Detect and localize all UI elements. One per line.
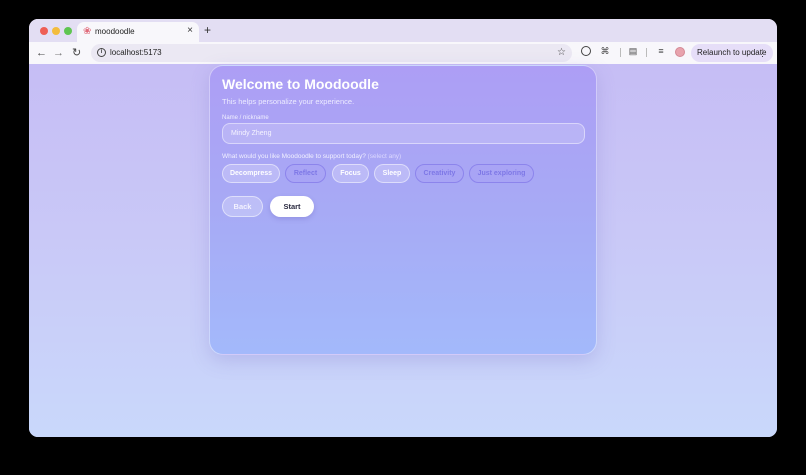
name-input[interactable]: Mindy Zheng	[222, 123, 585, 144]
tab-strip: ❀ moodoodle × +	[29, 19, 777, 42]
info-icon[interactable]: i	[97, 48, 106, 57]
kebab-menu-icon[interactable]: ⋮	[758, 44, 767, 62]
browser-toolbar: ← → ↻ i localhost:5173 ☆ ⌘ ▤ ≡ Relaunch …	[29, 42, 777, 64]
tab-search-icon[interactable]: ▤	[628, 46, 638, 56]
url-text[interactable]: localhost:5173	[110, 47, 162, 59]
minimize-window-button[interactable]	[52, 27, 60, 35]
reload-icon[interactable]: ↻	[72, 45, 81, 61]
page-subtitle: This helps personalize your experience.	[222, 97, 355, 106]
toolbar-divider	[646, 48, 647, 57]
new-tab-button[interactable]: +	[204, 22, 211, 38]
star-icon[interactable]: ☆	[557, 46, 566, 60]
extensions-puzzle-icon[interactable]: ⌘	[600, 46, 610, 56]
extension-shield-icon[interactable]	[581, 46, 591, 56]
support-question-text: What would you like Moodoodle to support…	[222, 153, 366, 160]
onboarding-card: Welcome to Moodoodle This helps personal…	[209, 65, 597, 355]
reading-list-icon[interactable]: ≡	[656, 46, 666, 56]
support-question-hint: (select any)	[367, 153, 402, 160]
arrow-left-icon[interactable]: ←	[36, 45, 47, 61]
option-chip-focus[interactable]: Focus	[332, 164, 369, 183]
browser-window: ❀ moodoodle × + ← → ↻ i localhost:5173 ☆…	[29, 19, 777, 437]
page-title: Welcome to Moodoodle	[222, 76, 379, 92]
toolbar-divider	[620, 48, 621, 57]
arrow-right-icon[interactable]: →	[53, 45, 64, 61]
tab-close-icon[interactable]: ×	[187, 25, 193, 37]
moodoodle-favicon-icon: ❀	[83, 26, 92, 37]
support-question: What would you like Moodoodle to support…	[222, 153, 401, 161]
option-chip-just-exploring[interactable]: Just exploring	[469, 164, 534, 183]
option-chip-reflect[interactable]: Reflect	[285, 164, 326, 183]
maximize-window-button[interactable]	[64, 27, 72, 35]
option-chip-sleep[interactable]: Sleep	[374, 164, 410, 183]
tab-moodoodle[interactable]: ❀ moodoodle ×	[77, 22, 199, 42]
tab-title: moodoodle	[95, 27, 135, 36]
profile-avatar[interactable]	[675, 47, 685, 57]
start-button[interactable]: Start	[270, 196, 314, 217]
relaunch-label: Relaunch to update	[697, 48, 767, 57]
page-content: Welcome to Moodoodle This helps personal…	[29, 64, 777, 437]
option-chip-creativity[interactable]: Creativity	[415, 164, 464, 183]
address-bar[interactable]: i localhost:5173 ☆	[91, 44, 572, 62]
back-button[interactable]: Back	[222, 196, 263, 217]
close-window-button[interactable]	[40, 27, 48, 35]
relaunch-button[interactable]: Relaunch to update ⋮	[691, 44, 773, 62]
option-chip-decompress[interactable]: Decompress	[222, 164, 280, 183]
name-field-label: Name / nickname	[222, 115, 269, 121]
